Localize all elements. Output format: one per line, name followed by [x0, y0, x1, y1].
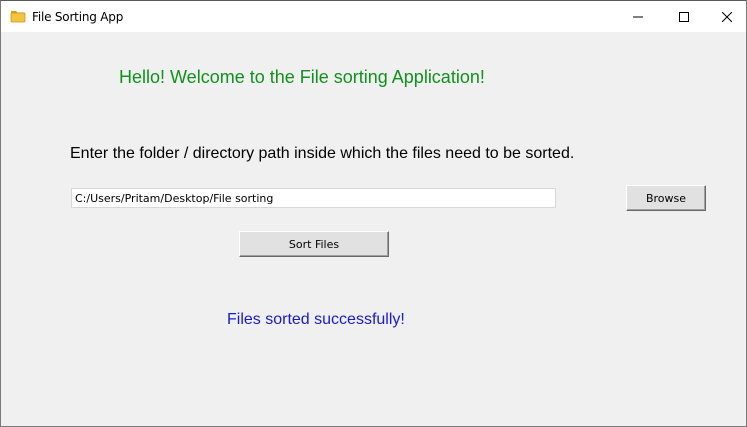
- window-title: File Sorting App: [32, 10, 124, 24]
- instruction-label: Enter the folder / directory path inside…: [70, 145, 575, 162]
- close-button[interactable]: [704, 1, 747, 32]
- welcome-heading: Hello! Welcome to the File sorting Appli…: [119, 67, 485, 87]
- maximize-button[interactable]: [661, 1, 707, 32]
- title-bar[interactable]: File Sorting App: [1, 1, 746, 32]
- maximize-icon: [679, 11, 689, 22]
- minimize-button[interactable]: [615, 1, 661, 32]
- folder-icon: [10, 9, 26, 23]
- status-message: Files sorted successfully!: [227, 311, 405, 328]
- browse-button[interactable]: Browse: [626, 185, 706, 211]
- close-icon: [722, 11, 732, 22]
- sort-files-button[interactable]: Sort Files: [239, 231, 389, 257]
- folder-path-input[interactable]: [71, 188, 556, 208]
- app-window: File Sorting App Hello! Welcome to the F…: [0, 0, 747, 427]
- minimize-icon: [633, 12, 643, 22]
